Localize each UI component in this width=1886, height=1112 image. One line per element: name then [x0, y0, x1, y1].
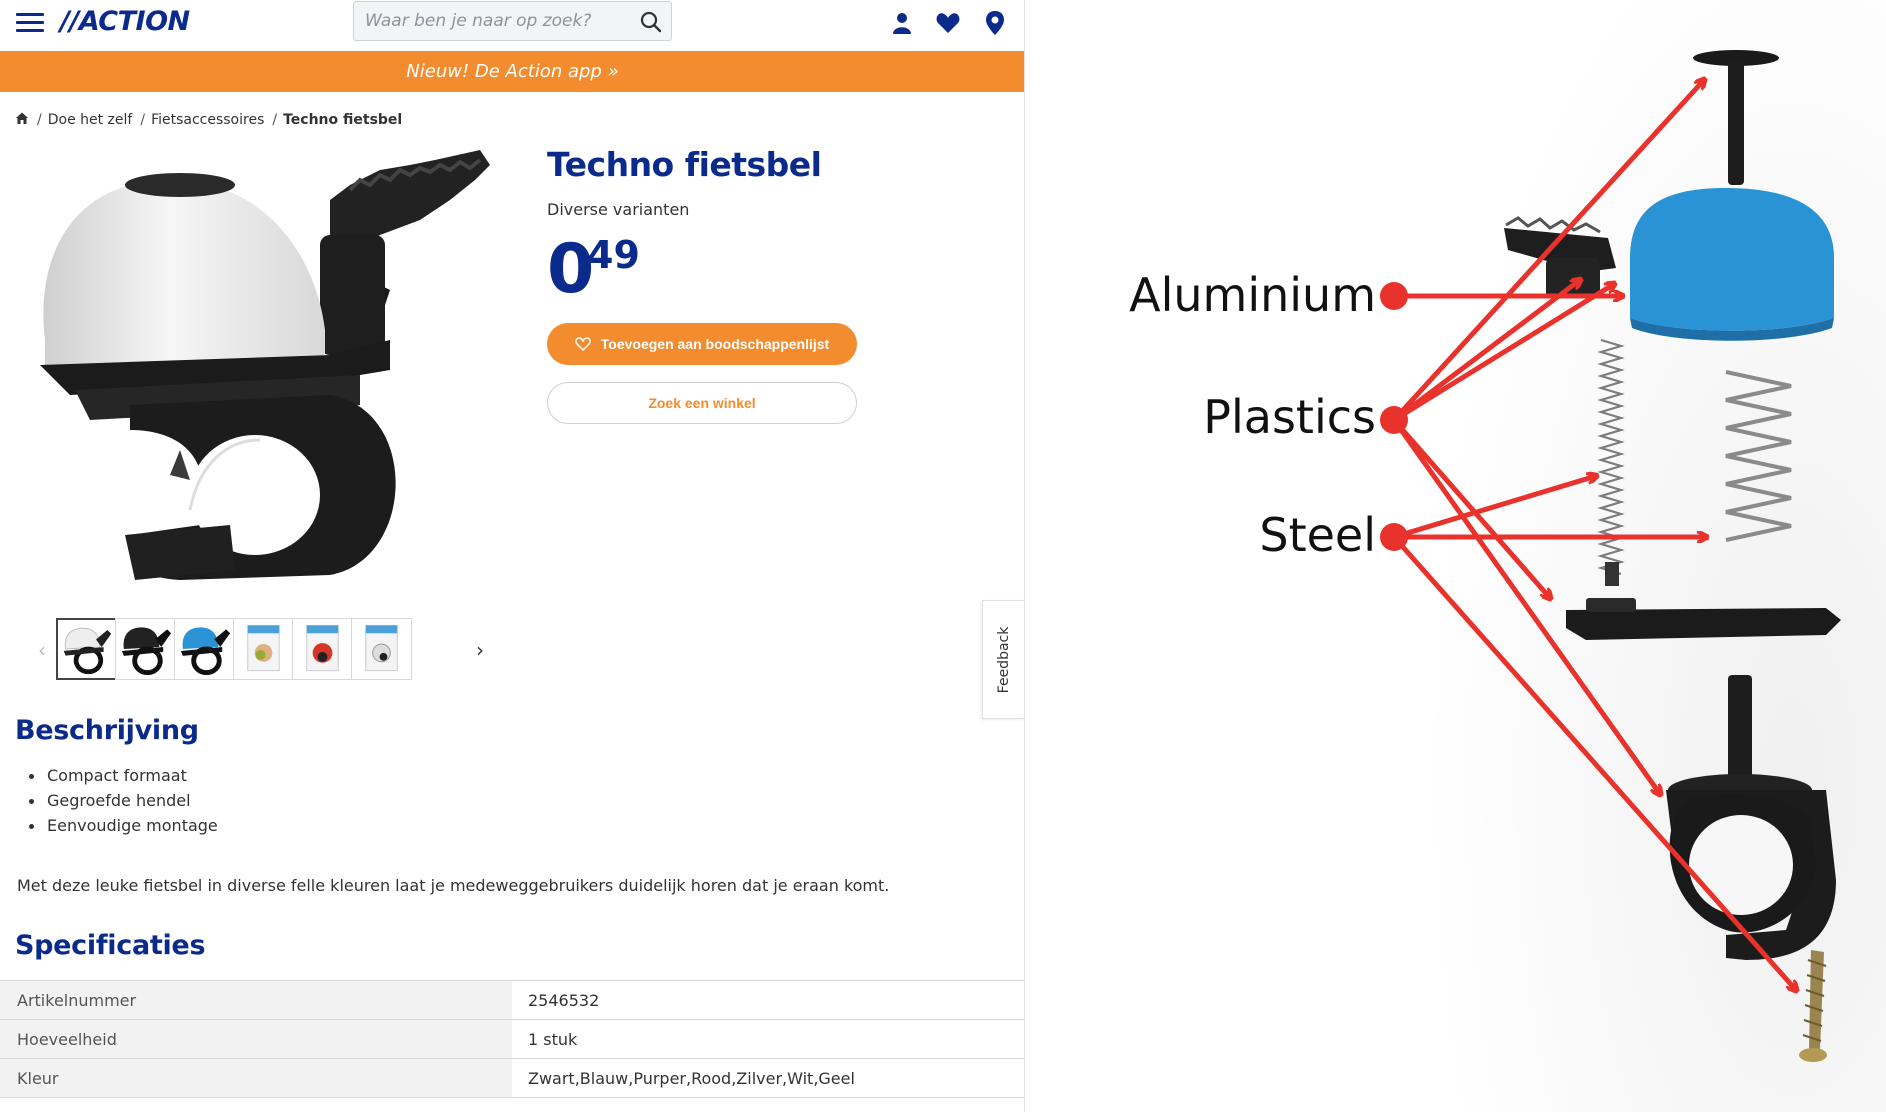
table-row: Hoeveelheid 1 stuk — [0, 1019, 1024, 1059]
aluminium-dome-part — [1630, 188, 1834, 341]
search-icon[interactable] — [639, 10, 663, 34]
home-icon[interactable] — [15, 111, 29, 129]
list-item: Gegroefde hendel — [28, 788, 218, 813]
add-to-shopping-list-button[interactable]: Toevoegen aan boodschappenlijst — [547, 323, 857, 365]
breadcrumb-separator: / — [37, 112, 42, 128]
product-info: Techno fietsbel Diverse varianten 0 49 T… — [547, 145, 1007, 424]
plastics-label: Plastics — [1203, 390, 1376, 444]
menu-icon[interactable] — [16, 11, 44, 33]
table-row: Artikelnummer 2546532 — [0, 980, 1024, 1020]
find-store-button[interactable]: Zoek een winkel — [547, 382, 857, 424]
spec-value: Zwart,Blauw,Purper,Rood,Zilver,Wit,Geel — [512, 1058, 1024, 1098]
breadcrumb-separator: / — [272, 112, 278, 128]
thumbnail-silver[interactable] — [56, 618, 117, 680]
product-subtitle: Diverse varianten — [547, 200, 690, 219]
thumbnail-blue[interactable] — [174, 618, 235, 680]
thumbnail-package-1[interactable] — [233, 618, 294, 680]
spec-value: 2546532 — [512, 980, 1024, 1020]
find-store-label: Zoek een winkel — [648, 395, 756, 411]
breadcrumb-current: Techno fietsbel — [283, 112, 403, 128]
exploded-parts-diagram: Aluminium Plastics Steel — [1026, 0, 1886, 1112]
chevron-left-icon[interactable]: ‹ — [38, 638, 52, 662]
spec-key: Artikelnummer — [0, 980, 512, 1020]
feedback-label: Feedback — [996, 626, 1012, 693]
table-row: Kleur Zwart,Blauw,Purper,Rood,Zilver,Wit… — [0, 1058, 1024, 1098]
product-page: //ACTION Nieuw! De Action app » / Doe he… — [0, 0, 1025, 1112]
heart-outline-icon — [574, 337, 591, 351]
description-heading: Beschrijving — [15, 715, 199, 746]
search-input[interactable] — [354, 2, 624, 40]
list-item: Eenvoudige montage — [28, 813, 218, 838]
breadcrumb-link-fietsaccessoires[interactable]: Fietsaccessoires — [151, 112, 264, 128]
description-text: Met deze leuke fietsbel in diverse felle… — [17, 876, 890, 895]
aluminium-label: Aluminium — [1129, 268, 1376, 322]
breadcrumb-separator: / — [140, 112, 146, 128]
product-title: Techno fietsbel — [547, 145, 822, 184]
add-to-shopping-list-label: Toevoegen aan boodschappenlijst — [600, 336, 830, 352]
account-icon[interactable] — [889, 10, 915, 36]
product-price: 0 49 — [547, 231, 1007, 309]
thumbnail-package-2[interactable] — [292, 618, 353, 680]
spec-value: 1 stuk — [512, 1019, 1024, 1059]
breadcrumb: / Doe het zelf / Fietsaccessoires / Tech… — [15, 111, 402, 129]
action-logo[interactable]: //ACTION — [60, 7, 190, 37]
breadcrumb-link-doe-het-zelf[interactable]: Doe het zelf — [48, 112, 133, 128]
product-main-image[interactable] — [30, 140, 500, 600]
spec-key: Hoeveelheid — [0, 1019, 512, 1059]
thumbnail-package-3[interactable] — [351, 618, 412, 680]
chevron-right-icon[interactable]: › — [476, 638, 490, 662]
steel-label: Steel — [1259, 508, 1376, 562]
search-box — [353, 1, 672, 41]
thumbnail-strip: ‹ › — [38, 618, 498, 680]
location-pin-icon[interactable] — [982, 10, 1008, 36]
price-decimals: 49 — [587, 233, 640, 277]
thumbnail-black[interactable] — [115, 618, 176, 680]
feedback-tab[interactable]: Feedback — [982, 600, 1024, 719]
app-promo-banner[interactable]: Nieuw! De Action app » — [0, 51, 1024, 92]
specifications-table: Artikelnummer 2546532 Hoeveelheid 1 stuk… — [0, 980, 1024, 1098]
list-item: Compact formaat — [28, 763, 218, 788]
spec-key: Kleur — [0, 1058, 512, 1098]
description-bullets: Compact formaat Gegroefde hendel Eenvoud… — [28, 763, 218, 838]
specifications-heading: Specificaties — [15, 930, 206, 961]
heart-icon[interactable] — [935, 10, 961, 36]
site-header: //ACTION — [0, 0, 1024, 50]
